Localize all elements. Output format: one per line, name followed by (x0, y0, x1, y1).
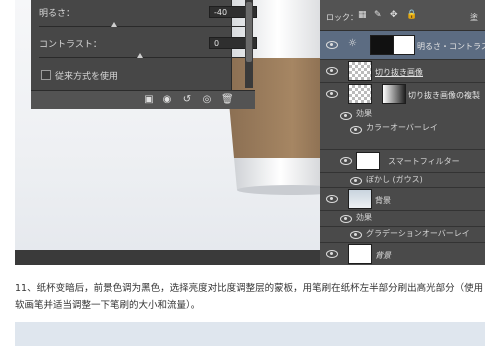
effect-eye-icon[interactable] (350, 126, 362, 134)
smart-filter-row[interactable]: スマートフィルター (320, 150, 485, 173)
effect-eye-icon[interactable] (350, 231, 362, 239)
footer-bar (15, 322, 485, 346)
layer-mask-thumbnail[interactable] (382, 84, 406, 104)
visibility-eye-icon[interactable] (326, 67, 338, 75)
visibility-eye-icon[interactable] (326, 41, 338, 49)
brightness-label: 明るさ： (39, 9, 76, 19)
effects-row[interactable]: 効果 (320, 211, 485, 227)
contrast-slider-thumb[interactable] (137, 53, 143, 58)
layer-background[interactable]: 背景 (320, 243, 485, 265)
layer-mask-thumbnail[interactable] (393, 35, 415, 55)
layers-panel: ロック： ▦ ✎ ✥ 🔒 塗 ☼ 明るさ・コントラス 切り抜き画像 切り抜き画像… (320, 0, 485, 265)
layer-name: 背景 (375, 251, 391, 260)
adjustment-icon: ☼ (348, 38, 357, 49)
mask-thumbnail[interactable] (370, 35, 394, 55)
effects-eye-icon[interactable] (340, 215, 352, 223)
layer-cutout-copy[interactable]: 切り抜き画像の複製 効果 カラーオーバーレイ (320, 83, 485, 150)
clip-to-layer-icon[interactable]: ▣ (143, 94, 155, 106)
brightness-slider-track[interactable] (39, 26, 249, 27)
layer-brightness-contrast[interactable]: ☼ 明るさ・コントラス (320, 31, 485, 60)
lock-position-icon[interactable]: ✥ (390, 10, 398, 20)
contrast-label: コントラスト： (39, 40, 102, 50)
reset-icon[interactable]: ↺ (181, 94, 193, 106)
layer-thumbnail (348, 84, 372, 104)
brightness-slider-thumb[interactable] (111, 22, 117, 27)
properties-panel: 明るさ： -40 コントラスト： 0 従来方式を使用 ▣ ◉ ↺ ◎ 🗑 (31, 0, 257, 109)
visibility-eye-icon[interactable] (326, 90, 338, 98)
visibility-icon[interactable]: ◎ (201, 94, 213, 106)
photoshop-screenshot: 明るさ： -40 コントラスト： 0 従来方式を使用 ▣ ◉ ↺ ◎ 🗑 ロック… (15, 0, 485, 265)
gradient-overlay-row[interactable]: グラデーションオーバーレイ (320, 227, 485, 243)
lock-pixels-icon[interactable]: ✎ (374, 10, 382, 20)
layer-thumbnail (348, 61, 372, 81)
layer-name: 切り抜き画像の複製 (408, 91, 480, 100)
visibility-eye-icon[interactable] (326, 195, 338, 203)
fill-label: 塗 (470, 13, 478, 22)
layer-cutout[interactable]: 切り抜き画像 (320, 60, 485, 83)
contrast-slider-track[interactable] (39, 57, 249, 58)
layer-thumbnail (348, 189, 372, 209)
properties-scrollbar[interactable] (245, 0, 253, 88)
smart-filter-label: スマートフィルター (388, 157, 460, 166)
layer-thumbnail (348, 244, 372, 264)
visibility-eye-icon[interactable] (326, 250, 338, 258)
lock-all-icon[interactable]: 🔒 (406, 10, 417, 20)
layer-name: 背景 (375, 196, 391, 205)
properties-bottom-bar: ▣ ◉ ↺ ◎ 🗑 (31, 90, 255, 109)
layer-background-effect[interactable]: 背景 (320, 188, 485, 211)
filter-mask-thumbnail[interactable] (356, 152, 380, 170)
layer-name: 切り抜き画像 (375, 68, 423, 77)
legacy-label: 従来方式を使用 (55, 72, 119, 82)
lock-label: ロック： (326, 13, 358, 22)
smart-filter-eye-icon[interactable] (340, 157, 352, 165)
effects-eye-icon[interactable] (340, 112, 352, 120)
delete-icon[interactable]: 🗑 (221, 94, 234, 106)
gradient-overlay-label: グラデーションオーバーレイ (366, 229, 470, 238)
effects-label: 効果 (356, 109, 372, 118)
lock-bar: ロック： ▦ ✎ ✥ 🔒 塗 (320, 0, 485, 31)
gaussian-blur-row[interactable]: ぼかし (ガウス) (320, 173, 485, 188)
lock-transparency-icon[interactable]: ▦ (358, 10, 367, 20)
effects-label: 効果 (356, 213, 372, 222)
color-overlay-effect[interactable]: カラーオーバーレイ (366, 122, 438, 133)
legacy-checkbox[interactable] (41, 70, 51, 80)
tutorial-caption: 11、纸杯变暗后，前景色调为黑色，选择亮度对比度调整层的蒙板，用笔刷在纸杯左半部… (15, 283, 484, 311)
layer-name: 明るさ・コントラス (417, 42, 485, 51)
gaussian-blur-label: ぼかし (ガウス) (366, 175, 423, 184)
view-previous-icon[interactable]: ◉ (161, 94, 173, 106)
filter-eye-icon[interactable] (350, 177, 362, 185)
